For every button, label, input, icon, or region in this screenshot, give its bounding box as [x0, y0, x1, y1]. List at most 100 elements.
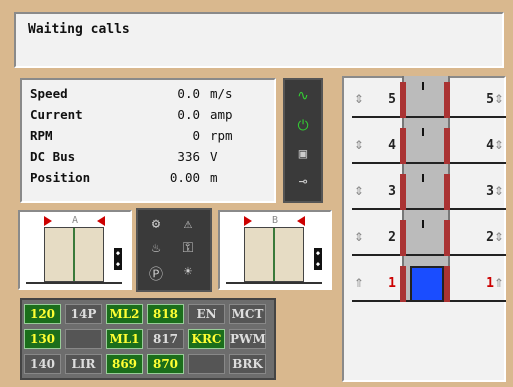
counterweight: [444, 220, 450, 256]
current-label: Current: [30, 107, 83, 122]
call-arrow-icon[interactable]: ⇕: [352, 180, 366, 199]
counterweight: [400, 174, 406, 210]
dc-bus-row: DC Bus 336 V: [30, 149, 270, 169]
door-a-panel: A ◆ ◆: [18, 210, 132, 290]
io-cell: [65, 329, 102, 349]
floor-line: [352, 208, 506, 210]
counterweight: [444, 82, 450, 118]
floor-row-5[interactable]: ⇕ 5 5 ⇕: [346, 78, 506, 126]
parking-icon: Ⓟ: [149, 267, 163, 283]
io-cell: [188, 354, 225, 374]
position-unit: m: [210, 170, 218, 185]
door-a-label: A: [71, 215, 79, 226]
floor-marker: [422, 82, 424, 90]
door-b-sill: [226, 282, 322, 284]
current-value: 0.0: [177, 107, 200, 122]
position-label: Position: [30, 170, 91, 185]
ventilation-icon: ⚙: [151, 216, 161, 232]
io-cell: ML1: [106, 329, 143, 349]
call-arrow-icon[interactable]: ⇕: [352, 226, 366, 245]
io-status-grid: 120 14P ML2 818 EN MCT 130 ML1 817 KRC P…: [20, 298, 276, 380]
io-cell: ML2: [106, 304, 143, 324]
emergency-icon: ⚠: [183, 216, 193, 232]
counterweight: [400, 266, 406, 302]
floor-number: 2: [388, 230, 396, 245]
door-a-open-arrow-right: [97, 216, 105, 226]
call-arrow-icon[interactable]: ⇕: [492, 226, 506, 245]
counterweight: [400, 220, 406, 256]
safety-icons-panel: ⚙ ⚠ ♨ ⚿ Ⓟ ☀: [136, 208, 212, 292]
speed-label: Speed: [30, 86, 68, 101]
io-cell: 14P: [65, 304, 102, 324]
rpm-unit: rpm: [210, 128, 233, 143]
dc-bus-unit: V: [210, 149, 218, 164]
drive-parameters-panel: Speed 0.0 m/s Current 0.0 amp RPM 0 rpm DC Bus…: [20, 78, 276, 203]
call-arrow-icon[interactable]: ⇕: [492, 88, 506, 107]
fire-icon: ♨: [151, 240, 161, 256]
current-unit: amp: [210, 107, 233, 122]
floor-marker: [422, 174, 424, 182]
speed-row: Speed 0.0 m/s: [30, 86, 270, 106]
waiting-calls-panel: Waiting calls: [14, 12, 504, 68]
call-arrow-icon[interactable]: ⇕: [352, 88, 366, 107]
waiting-calls-title: Waiting calls: [28, 22, 130, 37]
io-cell: PWM: [229, 329, 266, 349]
io-cell: 120: [24, 304, 61, 324]
floor-line: [352, 254, 506, 256]
rpm-row: RPM 0 rpm: [30, 128, 270, 148]
light-icon: ☀: [183, 264, 193, 280]
io-cell: MCT: [229, 304, 266, 324]
speed-unit: m/s: [210, 86, 233, 101]
counterweight: [444, 174, 450, 210]
io-cell: 130: [24, 329, 61, 349]
door-a-open-arrow-left: [44, 216, 52, 226]
floor-number: 4: [388, 138, 396, 153]
call-up-arrow-icon[interactable]: ⇑: [352, 272, 366, 291]
io-cell: 869: [106, 354, 143, 374]
io-cell: 140: [24, 354, 61, 374]
power-plug-icon: ⏻: [297, 118, 309, 134]
io-cell: 870: [147, 354, 184, 374]
call-arrow-icon[interactable]: ⇕: [492, 134, 506, 153]
door-a-sensor-icon: ◆ ◆: [114, 248, 122, 270]
floor-line: [352, 116, 506, 118]
floor-number-current: 1: [388, 276, 396, 291]
door-b-open-arrow-left: [244, 216, 252, 226]
elevator-cab: [410, 266, 444, 302]
call-arrow-icon[interactable]: ⇕: [492, 180, 506, 199]
rpm-label: RPM: [30, 128, 53, 143]
rpm-value: 0: [192, 128, 200, 143]
door-a-split: [73, 228, 75, 281]
io-cell: KRC: [188, 329, 225, 349]
power-status-icons: ∿ ⏻ ▣ ⊸: [283, 78, 323, 203]
floor-line: [352, 162, 506, 164]
door-b-label: B: [271, 215, 279, 226]
door-b-open-arrow-right: [297, 216, 305, 226]
speed-value: 0.0: [177, 86, 200, 101]
floor-row-3[interactable]: ⇕ 3 3 ⇕: [346, 170, 506, 218]
floor-marker: [422, 220, 424, 228]
io-cell: LIR: [65, 354, 102, 374]
floor-row-2[interactable]: ⇕ 2 2 ⇕: [346, 216, 506, 264]
sine-wave-icon: ∿: [297, 88, 309, 104]
counterweight: [444, 266, 450, 302]
current-row: Current 0.0 amp: [30, 107, 270, 127]
key-icon: ⚿: [182, 240, 194, 256]
io-cell: 818: [147, 304, 184, 324]
position-row: Position 0.00 m: [30, 170, 270, 190]
door-a-sill: [26, 282, 122, 284]
floor-number: 3: [388, 184, 396, 199]
position-value: 0.00: [169, 170, 200, 185]
counterweight: [400, 82, 406, 118]
elevator-monitor-window: Waiting calls Speed 0.0 m/s Current 0.0 amp …: [0, 0, 513, 387]
battery-icon: ▣: [298, 146, 308, 162]
dc-bus-value: 336: [177, 149, 200, 164]
counterweight: [444, 128, 450, 164]
resistor-icon: ⊸: [298, 174, 308, 190]
call-arrow-icon[interactable]: ⇕: [352, 134, 366, 153]
io-cell: 817: [147, 329, 184, 349]
call-up-arrow-icon[interactable]: ⇑: [492, 272, 506, 291]
io-cell: BRK: [229, 354, 266, 374]
counterweight: [400, 128, 406, 164]
floor-row-4[interactable]: ⇕ 4 4 ⇕: [346, 124, 506, 172]
